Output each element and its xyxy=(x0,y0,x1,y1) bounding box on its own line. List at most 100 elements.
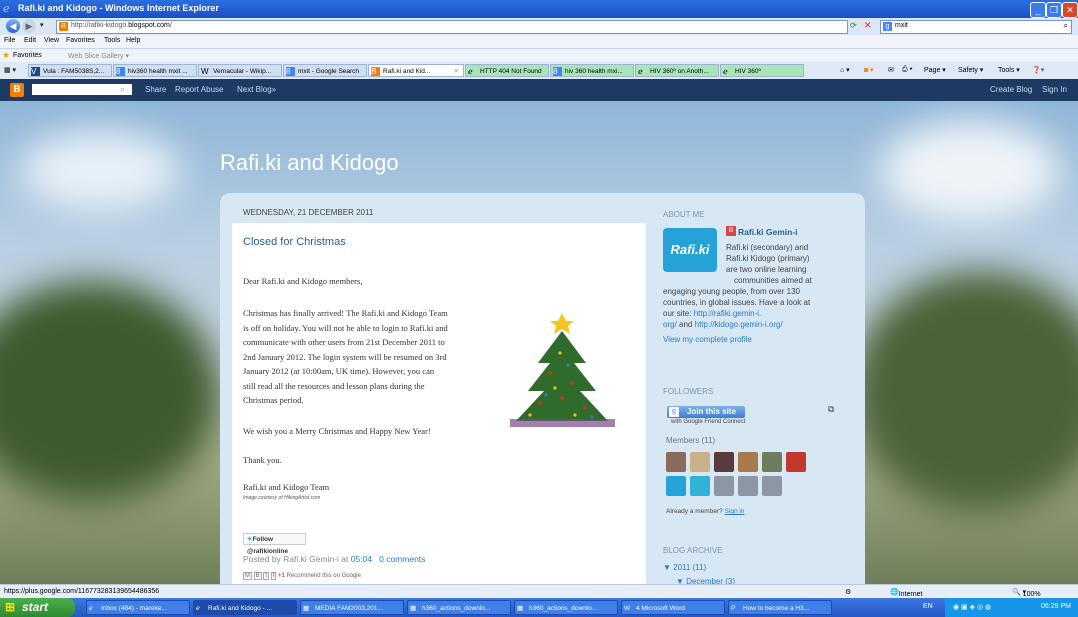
member-avatar[interactable] xyxy=(738,452,758,472)
member-avatar[interactable] xyxy=(714,452,734,472)
kidogo-site-link[interactable]: http://kidogo.gemin-i.org/ xyxy=(695,320,783,329)
post-title[interactable]: Closed for Christmas xyxy=(243,236,346,248)
member-avatar[interactable] xyxy=(690,452,710,472)
blogger-logo-icon[interactable]: B xyxy=(10,83,24,97)
wikipedia-icon: W xyxy=(201,67,209,76)
menu-bar: File Edit View Favorites Tools Help xyxy=(0,35,1078,48)
home-icon[interactable]: ⌂ ▾ xyxy=(840,66,850,74)
blogger-navbar: B ⌕ Share Report Abuse Next Blog» Create… xyxy=(0,79,1078,101)
web-slice-gallery[interactable]: Web Slice Gallery ▾ xyxy=(68,52,129,60)
archive-2011[interactable]: ▼ 2011 (11) xyxy=(663,562,706,574)
create-blog-link[interactable]: Create Blog xyxy=(990,85,1032,94)
task-h360-1[interactable]: ▦ h360_actions_downlo... xyxy=(407,600,511,615)
member-avatar[interactable] xyxy=(666,476,686,496)
member-avatar[interactable] xyxy=(738,476,758,496)
refresh-icon[interactable]: ⟳ xyxy=(850,21,857,30)
task-inbox[interactable]: ℯ Inbox (484) - mareke... xyxy=(86,600,190,615)
view-profile-link[interactable]: View my complete profile xyxy=(663,334,752,346)
language-indicator[interactable]: EN xyxy=(923,603,933,610)
search-icon[interactable]: ⌕ xyxy=(1064,21,1068,31)
minimize-button[interactable]: _ xyxy=(1030,2,1046,18)
blog-search-input[interactable] xyxy=(32,84,132,95)
share-link[interactable]: Share xyxy=(145,85,166,94)
member-avatar[interactable] xyxy=(714,476,734,496)
share-buttons: M B t f +1 Recommend this on Google xyxy=(243,572,361,580)
rafiki-site-link[interactable]: http://rafiki.gemin-i. xyxy=(694,309,762,318)
task-rafiki[interactable]: ℯ Rafi.ki and Kidogo - ... xyxy=(193,600,297,615)
back-icon[interactable]: ◀ xyxy=(6,19,20,33)
safety-menu[interactable]: Safety ▾ xyxy=(958,66,983,74)
sign-in-link[interactable]: Sign In xyxy=(1042,85,1067,94)
search-icon[interactable]: ⌕ xyxy=(120,84,125,95)
blog-this-icon[interactable]: B xyxy=(253,572,262,580)
zoom-level[interactable]: 🔍 100% ▾ xyxy=(1012,588,1041,598)
feeds-icon[interactable]: ◙ ▾ xyxy=(864,66,874,74)
tab-hiv360-mxit[interactable]: 8 hiv360 health mxit ... xyxy=(113,64,197,77)
status-url: https://plus.google.com/1167732831396544… xyxy=(4,588,160,595)
close-button[interactable]: ✕ xyxy=(1062,2,1078,18)
gfc-sign-in-link[interactable]: Sign in xyxy=(725,508,745,515)
help-icon[interactable]: ❓▾ xyxy=(1032,66,1044,74)
menu-view[interactable]: View xyxy=(44,37,59,44)
rafiki-site-link-cont[interactable]: org/ xyxy=(663,320,677,329)
menu-edit[interactable]: Edit xyxy=(24,37,36,44)
post-footer: Posted by Rafi.ki Gemin-i at 05:04 0 com… xyxy=(243,554,426,564)
tab-rafiki-active[interactable]: B Rafi.ki and Kid... ✕ xyxy=(368,64,464,77)
windows-logo-icon: ⊞ xyxy=(5,600,16,614)
url-suffix: / xyxy=(169,22,172,29)
member-avatar[interactable] xyxy=(666,452,686,472)
tab-hiv360-mxi[interactable]: 8 hiv 360 health mxi... xyxy=(550,64,634,77)
search-input[interactable]: g mxit ⌕ xyxy=(880,20,1072,34)
profile-avatar[interactable]: Rafi.ki xyxy=(663,228,717,272)
facebook-share-icon[interactable]: f xyxy=(270,572,277,580)
tools-menu[interactable]: Tools ▾ xyxy=(998,66,1020,74)
twitter-follow-button[interactable]: ✦Follow @rafikionline xyxy=(243,533,306,555)
forward-icon[interactable]: ▶ xyxy=(22,19,36,33)
member-avatar[interactable] xyxy=(786,452,806,472)
google-plus-one-icon[interactable]: +1 xyxy=(278,573,285,579)
tab-hiv360[interactable]: ℯ HIV 360º xyxy=(720,64,804,77)
task-media[interactable]: ▦ MEDIA FAM2003,201... xyxy=(300,600,404,615)
page-menu[interactable]: Page ▾ xyxy=(924,66,946,74)
email-share-icon[interactable]: M xyxy=(243,572,252,580)
menu-favorites[interactable]: Favorites xyxy=(66,37,95,44)
task-powerpoint[interactable]: P How to become a H3... xyxy=(728,600,832,615)
twitter-share-icon[interactable]: t xyxy=(263,572,270,580)
task-word[interactable]: W4 Microsoft Word xyxy=(621,600,725,615)
menu-file[interactable]: File xyxy=(4,37,15,44)
close-tab-icon[interactable]: ✕ xyxy=(454,65,459,76)
task-h360-2[interactable]: ▦ h360_actions_downlo... xyxy=(514,600,618,615)
stop-icon[interactable]: ✕ xyxy=(864,20,872,31)
menu-help[interactable]: Help xyxy=(126,37,140,44)
mail-icon[interactable]: ✉ xyxy=(888,66,894,74)
google-icon: 8 xyxy=(116,67,125,76)
post-signoff: Rafi.ki and Kidogo Team xyxy=(243,482,330,492)
member-avatar[interactable] xyxy=(762,476,782,496)
tab-http-404[interactable]: ℯ HTTP 404 Not Found xyxy=(465,64,549,77)
start-button[interactable]: ⊞ start xyxy=(0,598,75,617)
tab-hiv360-another[interactable]: ℯ HIV 360º on Anoth... xyxy=(635,64,719,77)
next-blog-link[interactable]: Next Blog» xyxy=(237,85,276,94)
favorites-label[interactable]: Favorites xyxy=(13,52,42,59)
christmas-tree-image xyxy=(510,313,615,427)
tab-mxit-google[interactable]: 8 mxit - Google Search xyxy=(283,64,367,77)
member-avatar[interactable] xyxy=(762,452,782,472)
tray-icons[interactable]: ◉ ▣ ◈ ◎ ◍ xyxy=(953,603,991,611)
post-time-link[interactable]: 05:04 xyxy=(351,554,372,564)
member-avatar[interactable] xyxy=(690,476,710,496)
report-abuse-link[interactable]: Report Abuse xyxy=(175,85,223,94)
profile-name[interactable]: Rafi.ki Gemin-i xyxy=(738,227,798,237)
comments-link[interactable]: 0 comments xyxy=(379,554,425,564)
maximize-button[interactable]: ❐ xyxy=(1046,2,1062,18)
history-dropdown-icon[interactable]: ▾ xyxy=(40,21,44,29)
print-icon[interactable]: ⎙ ▾ xyxy=(902,66,913,74)
tab-vernacular[interactable]: W Vernacular - Wikip... xyxy=(198,64,282,77)
menu-tools[interactable]: Tools xyxy=(104,37,120,44)
blogger-profile-icon: B xyxy=(726,226,736,236)
expand-window-icon[interactable]: ⧉ xyxy=(828,404,834,416)
address-bar[interactable]: B http://rafiki-kidogo.blogspot.com/ xyxy=(56,20,848,34)
blog-title[interactable]: Rafi.ki and Kidogo xyxy=(220,150,399,176)
already-member: Already a member? Sign in xyxy=(666,508,745,515)
tab-vula[interactable]: V Vula : FAM5038S,2... xyxy=(28,64,112,77)
quick-tabs-icon[interactable]: ▦ ▾ xyxy=(4,66,16,74)
